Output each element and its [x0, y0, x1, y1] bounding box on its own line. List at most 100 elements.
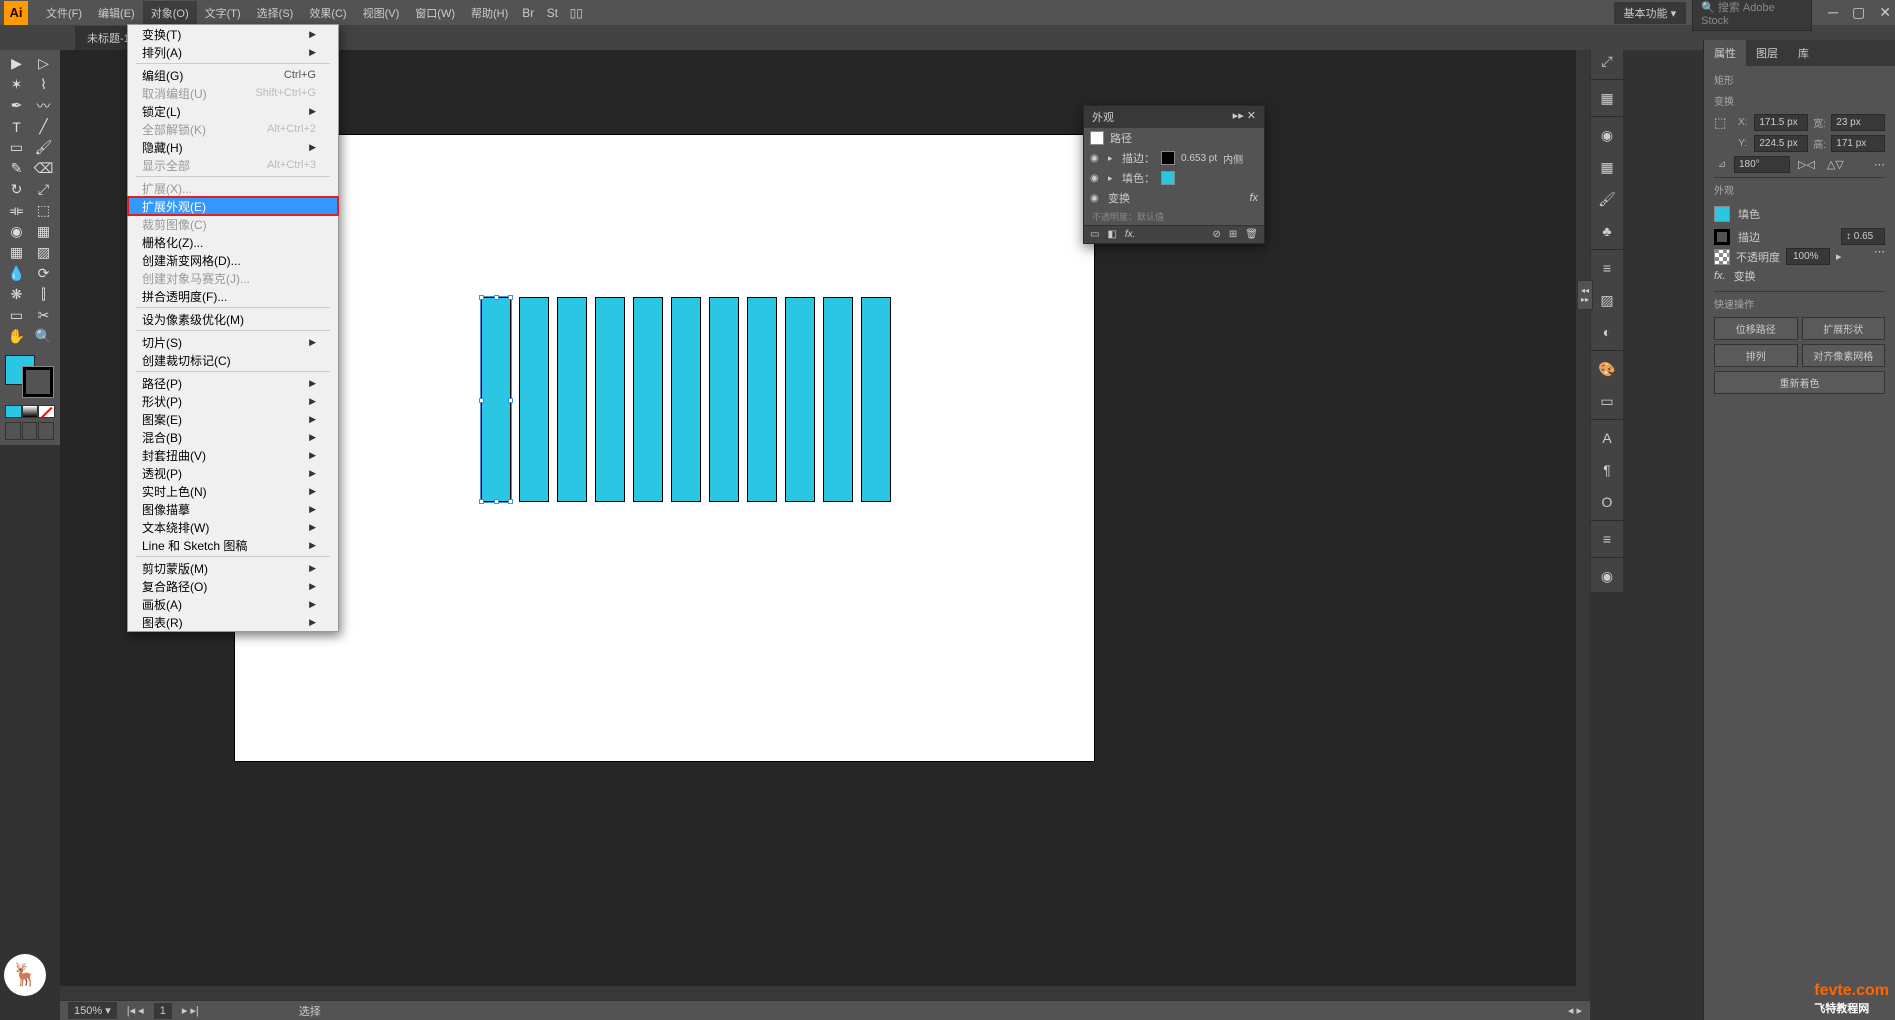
- zoom-dropdown[interactable]: 150% ▾: [68, 1002, 117, 1019]
- line-tool[interactable]: ╱: [30, 116, 57, 137]
- brushes-icon[interactable]: 🖌: [1591, 183, 1623, 215]
- artboard-tool[interactable]: ▭: [3, 305, 30, 326]
- type-tool[interactable]: T: [3, 116, 30, 137]
- column-graph-tool[interactable]: ⫿: [30, 284, 57, 305]
- menu-item[interactable]: 设为像素级优化(M): [128, 310, 338, 328]
- menu-1[interactable]: 编辑(E): [90, 1, 143, 25]
- duplicate-icon[interactable]: ⊞: [1229, 229, 1237, 240]
- appearance-panel-header[interactable]: 外观▸▸ ✕: [1084, 106, 1264, 128]
- menu-item[interactable]: 文本绕排(W)▶: [128, 518, 338, 536]
- menu-7[interactable]: 窗口(W): [407, 1, 463, 25]
- stroke-weight-input[interactable]: ↕ 0.65: [1841, 228, 1885, 245]
- rectangle-tool[interactable]: ▭: [3, 137, 30, 158]
- add-stroke-icon[interactable]: ▭: [1090, 229, 1099, 240]
- menu-item[interactable]: 排列(A)▶: [128, 43, 338, 61]
- mesh-tool[interactable]: ▦: [3, 242, 30, 263]
- shape-builder-tool[interactable]: ◉: [3, 221, 30, 242]
- menu-item[interactable]: 栅格化(Z)...: [128, 233, 338, 251]
- gradient-panel-icon[interactable]: ▨: [1591, 284, 1623, 316]
- swatches-icon[interactable]: ▦: [1591, 151, 1623, 183]
- color-mode-swatch[interactable]: [5, 405, 22, 418]
- menu-item[interactable]: Line 和 Sketch 图稿▶: [128, 536, 338, 554]
- flip-h-icon[interactable]: ▷◁: [1794, 156, 1819, 173]
- menu-0[interactable]: 文件(F): [38, 1, 90, 25]
- width-input[interactable]: 23 px: [1831, 114, 1885, 131]
- align-pixel-button[interactable]: 对齐像素网格: [1802, 344, 1886, 367]
- rectangle-shape[interactable]: [519, 297, 549, 502]
- opacity-input[interactable]: 100%: [1786, 248, 1830, 265]
- gradient-mode-swatch[interactable]: [22, 405, 39, 418]
- draw-behind[interactable]: [22, 422, 38, 440]
- shaper-tool[interactable]: ✎: [3, 158, 30, 179]
- rotate-tool[interactable]: ↻: [3, 179, 30, 200]
- menu-3[interactable]: 文字(T): [197, 1, 249, 25]
- rectangle-shape[interactable]: [709, 297, 739, 502]
- menu-item[interactable]: 路径(P)▶: [128, 374, 338, 392]
- magic-wand-tool[interactable]: ✶: [3, 74, 30, 95]
- menu-item[interactable]: 剪切蒙版(M)▶: [128, 559, 338, 577]
- stroke-row[interactable]: ◉▸描边：0.653 pt内侧: [1084, 148, 1264, 168]
- rectangle-shape[interactable]: [785, 297, 815, 502]
- clear-icon[interactable]: ⊘: [1213, 229, 1221, 240]
- asset-icon[interactable]: ▭: [1591, 385, 1623, 417]
- menu-4[interactable]: 选择(S): [249, 1, 302, 25]
- blend-tool[interactable]: ⟳: [30, 263, 57, 284]
- rotate-input[interactable]: 180°: [1734, 156, 1790, 173]
- perspective-tool[interactable]: ▦: [30, 221, 57, 242]
- expand-panel-icon[interactable]: ⤢: [1591, 45, 1623, 77]
- menu-item[interactable]: 创建裁切标记(C): [128, 351, 338, 369]
- menu-item[interactable]: 混合(B)▶: [128, 428, 338, 446]
- menu-8[interactable]: 帮助(H): [463, 1, 516, 25]
- delete-icon[interactable]: 🗑: [1245, 229, 1258, 240]
- menu-item[interactable]: 图像描摹▶: [128, 500, 338, 518]
- stroke-control[interactable]: 描边 ↕ 0.65: [1714, 225, 1885, 248]
- menu-item[interactable]: 隐藏(H)▶: [128, 138, 338, 156]
- y-input[interactable]: 224.5 px: [1754, 135, 1808, 152]
- fx-row[interactable]: fx. 变换: [1714, 265, 1885, 287]
- fill-control[interactable]: 填色: [1714, 203, 1885, 225]
- symbols-icon[interactable]: ♣: [1591, 215, 1623, 247]
- library-icon[interactable]: ▦: [1591, 82, 1623, 114]
- tab-layers[interactable]: 图层: [1746, 40, 1788, 66]
- menu-item[interactable]: 透视(P)▶: [128, 464, 338, 482]
- artboard-number[interactable]: 1: [154, 1003, 172, 1019]
- rectangle-shape[interactable]: [633, 297, 663, 502]
- panel-collapse-toggle[interactable]: ◂◂▸▸: [1577, 280, 1593, 310]
- arrange-icon[interactable]: ▯▯: [566, 3, 586, 23]
- align-icon[interactable]: ≡: [1591, 523, 1623, 555]
- menu-6[interactable]: 视图(V): [355, 1, 408, 25]
- artboard-next-icon[interactable]: ▸ ▸|: [182, 1004, 199, 1017]
- free-transform-tool[interactable]: ⬚: [30, 200, 57, 221]
- stock-icon[interactable]: St: [542, 3, 562, 23]
- width-tool[interactable]: ⟚: [3, 200, 30, 221]
- color-panel-icon[interactable]: 🎨: [1591, 353, 1623, 385]
- rectangle-shape[interactable]: [557, 297, 587, 502]
- tab-properties[interactable]: 属性: [1704, 40, 1746, 66]
- recolor-button[interactable]: 重新着色: [1714, 371, 1885, 394]
- eraser-tool[interactable]: ⌫: [30, 158, 57, 179]
- search-input[interactable]: 🔍 搜索 Adobe Stock: [1692, 0, 1812, 31]
- bridge-icon[interactable]: Br: [518, 3, 538, 23]
- more-options-icon[interactable]: ⋯: [1874, 158, 1885, 171]
- menu-item[interactable]: 编组(G)Ctrl+G: [128, 66, 338, 84]
- menu-item[interactable]: 切片(S)▶: [128, 333, 338, 351]
- stroke-color-swatch[interactable]: [23, 367, 53, 397]
- draw-normal[interactable]: [5, 422, 21, 440]
- artboard-prev-icon[interactable]: |◂ ◂: [127, 1004, 144, 1017]
- rectangle-shape[interactable]: [671, 297, 701, 502]
- rectangle-shape[interactable]: [595, 297, 625, 502]
- scrollbar-vertical[interactable]: [1576, 50, 1590, 1000]
- rectangle-shape[interactable]: [861, 297, 891, 502]
- color-swatches[interactable]: [3, 353, 57, 442]
- menu-2[interactable]: 对象(O): [143, 1, 197, 25]
- menu-item[interactable]: 拼合透明度(F)...: [128, 287, 338, 305]
- pen-tool[interactable]: ✒: [3, 95, 30, 116]
- menu-item[interactable]: 图表(R)▶: [128, 613, 338, 631]
- lasso-tool[interactable]: ⌇: [30, 74, 57, 95]
- menu-item[interactable]: 锁定(L)▶: [128, 102, 338, 120]
- opacity-control[interactable]: 不透明度 100% ▸: [1714, 248, 1885, 265]
- scrollbar-horizontal[interactable]: [60, 986, 1576, 1000]
- hand-tool[interactable]: ✋: [3, 326, 30, 347]
- fill-row[interactable]: ◉▸填色：: [1084, 168, 1264, 188]
- slice-tool[interactable]: ✂: [30, 305, 57, 326]
